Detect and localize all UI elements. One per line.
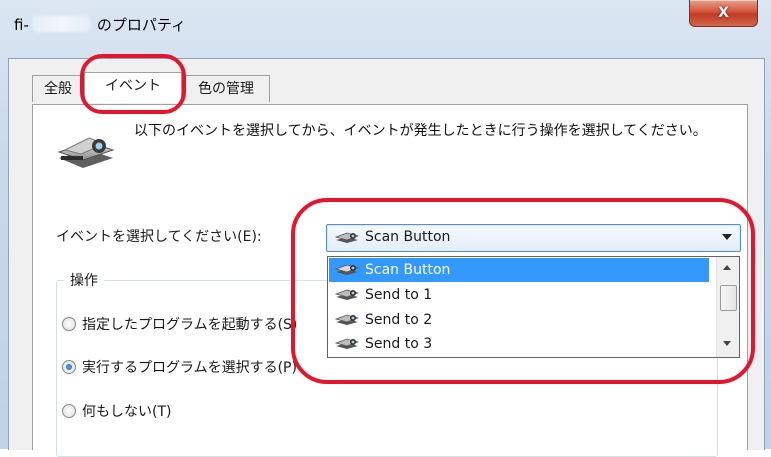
scanner-icon	[57, 137, 115, 168]
radio-label: 指定したプログラムを起動する(S)	[82, 317, 298, 333]
event-description: 以下のイベントを選択してから、イベントが発生したときに行う操作を選択してください…	[134, 123, 707, 139]
annotation-ring-event-select	[291, 198, 755, 384]
radio-button[interactable]	[62, 404, 76, 418]
radio-button[interactable]	[62, 317, 76, 331]
redacted-model-name	[32, 16, 91, 32]
radio-start-program[interactable]: 指定したプログラムを起動する(S)	[62, 314, 297, 334]
title-prefix: fi-	[14, 16, 29, 34]
tab-general[interactable]: 全般	[32, 75, 84, 102]
event-select-label: イベントを選択してください(E):	[56, 229, 262, 245]
radio-label: 何もしない(T)	[82, 404, 172, 420]
radio-button[interactable]	[62, 360, 76, 374]
title-suffix: のプロパティ	[96, 16, 186, 34]
title-bar[interactable]: fi- のプロパティ X	[0, 0, 771, 58]
actions-group-title: 操作	[64, 270, 104, 290]
window-title: fi- のプロパティ	[14, 14, 186, 35]
close-icon: X	[718, 5, 729, 21]
radio-choose-program[interactable]: 実行するプログラムを選択する(P)	[62, 357, 297, 377]
tab-color-management[interactable]: 色の管理	[182, 75, 270, 102]
close-button[interactable]: X	[689, 0, 758, 27]
annotation-ring-events-tab	[80, 54, 186, 114]
radio-label: 実行するプログラムを選択する(P)	[82, 360, 297, 376]
radio-do-nothing[interactable]: 何もしない(T)	[62, 401, 171, 421]
